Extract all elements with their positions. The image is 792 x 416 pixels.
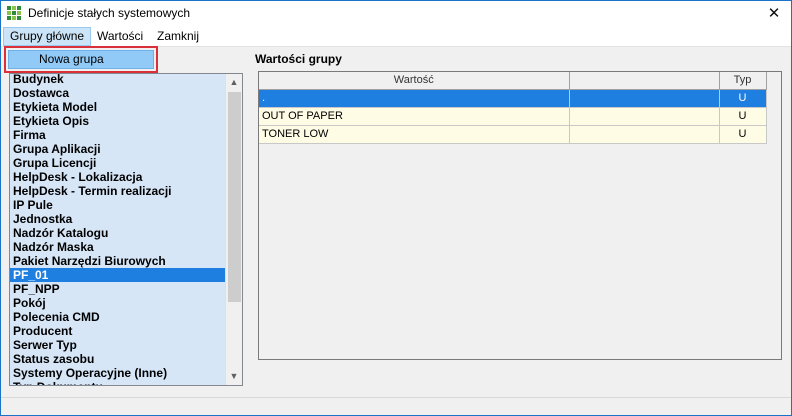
group-list-item[interactable]: Typ Dokumentu (10, 380, 226, 385)
group-list-item[interactable]: Producent (10, 324, 226, 338)
cell-extra[interactable] (569, 125, 720, 144)
group-list-item[interactable]: Jednostka (10, 212, 226, 226)
group-list[interactable]: Budynek Dostawca Etykieta Model Etykieta Op… (9, 73, 243, 386)
group-list-item[interactable]: Pakiet Narzędzi Biurowych (10, 254, 226, 268)
cell-extra[interactable] (569, 107, 720, 126)
grid-header-row: Wartość Typ (259, 72, 767, 90)
group-list-item[interactable]: Polecenia CMD (10, 310, 226, 324)
column-header-blank[interactable] (569, 72, 720, 90)
cell-wartosc[interactable]: OUT OF PAPER (259, 107, 570, 126)
column-header-typ[interactable]: Typ (719, 72, 767, 90)
grupy-glowne-dropdown: Nowa grupa (4, 46, 158, 73)
group-list-item[interactable]: IP Pule (10, 198, 226, 212)
values-panel-title: Wartości grupy (255, 52, 342, 66)
menu-bar: Grupy główne Wartości Zamknij (1, 27, 791, 47)
scroll-thumb[interactable] (228, 92, 241, 302)
group-list-scrollbar[interactable]: ▲ ▼ (225, 74, 242, 385)
group-list-item[interactable]: Pokój (10, 296, 226, 310)
main-window: Definicje stałych systemowych ✕ Grupy gł… (0, 0, 792, 416)
cell-wartosc[interactable]: TONER LOW (259, 125, 570, 144)
menu-zamknij[interactable]: Zamknij (151, 27, 205, 46)
group-list-item[interactable]: Etykieta Model (10, 100, 226, 114)
group-list-item[interactable]: Nadzór Katalogu (10, 226, 226, 240)
menu-grupy-glowne[interactable]: Grupy główne (3, 27, 92, 46)
group-list-item[interactable]: Dostawca (10, 86, 226, 100)
scroll-down-icon[interactable]: ▼ (226, 368, 242, 385)
group-list-item[interactable]: Systemy Operacyjne (Inne) (10, 366, 226, 380)
title-bar: Definicje stałych systemowych ✕ (1, 1, 791, 27)
group-list-items: Budynek Dostawca Etykieta Model Etykieta Op… (10, 74, 226, 385)
group-list-item[interactable]: Grupa Licencji (10, 156, 226, 170)
column-header-wartosc[interactable]: Wartość (259, 72, 570, 90)
status-bar (1, 397, 791, 415)
close-icon: ✕ (767, 5, 781, 22)
group-list-item[interactable]: PF_NPP (10, 282, 226, 296)
cell-typ[interactable]: U (719, 125, 767, 144)
group-list-item[interactable]: HelpDesk - Termin realizacji (10, 184, 226, 198)
group-list-item[interactable]: Etykieta Opis (10, 114, 226, 128)
cell-typ[interactable]: U (719, 89, 767, 108)
window-title: Definicje stałych systemowych (28, 6, 191, 20)
group-list-item[interactable]: Nadzór Maska (10, 240, 226, 254)
group-list-item[interactable]: Budynek (10, 74, 226, 86)
close-button[interactable]: ✕ (757, 1, 791, 27)
grid-row[interactable]: TONER LOW U (259, 125, 767, 144)
values-grid: Wartość Typ . U OUT OF PAPER U TONER LOW U (258, 71, 782, 360)
menu-wartosci[interactable]: Wartości (91, 27, 149, 46)
cell-extra[interactable] (569, 89, 720, 108)
scroll-up-icon[interactable]: ▲ (226, 74, 242, 91)
group-list-item[interactable]: Grupa Aplikacji (10, 142, 226, 156)
grid-row[interactable]: .U (259, 89, 767, 108)
grid-row[interactable]: OUT OF PAPER U (259, 107, 767, 126)
group-list-item[interactable]: Firma (10, 128, 226, 142)
cell-wartosc[interactable]: . (259, 89, 570, 108)
app-icon (7, 6, 22, 21)
group-list-item[interactable]: Serwer Typ (10, 338, 226, 352)
cell-typ[interactable]: U (719, 107, 767, 126)
menu-item-nowa-grupa[interactable]: Nowa grupa (8, 50, 154, 69)
group-list-item[interactable]: Status zasobu (10, 352, 226, 366)
group-list-item[interactable]: HelpDesk - Lokalizacja (10, 170, 226, 184)
group-list-item[interactable]: PF_01 (10, 268, 226, 282)
